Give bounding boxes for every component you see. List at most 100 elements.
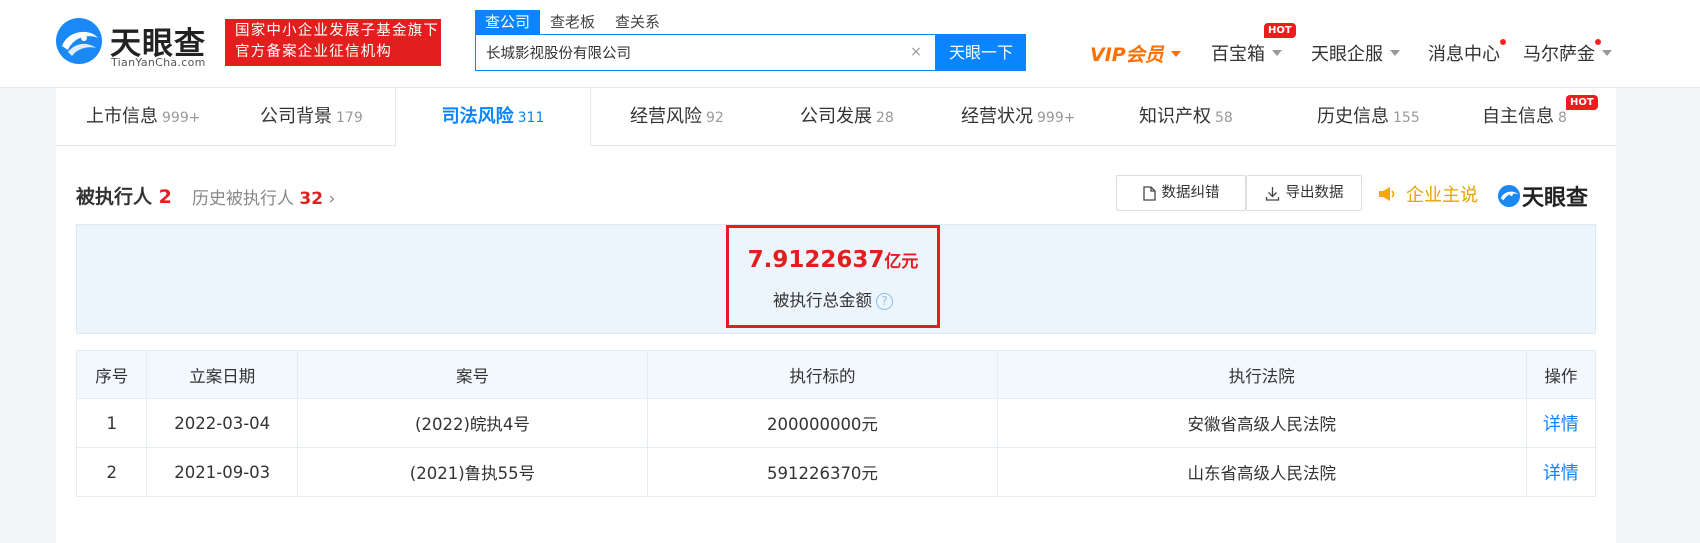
col-header-target: 执行标的 (646, 350, 998, 399)
message-dot (1500, 39, 1506, 45)
badge-line-1: 国家中小企业发展子基金旗下 (235, 23, 440, 39)
tianyancha-logo[interactable]: 天眼查 TianYanCha.com (54, 16, 214, 70)
chevron-right-icon: › (328, 189, 336, 209)
tab-count: 311 (517, 110, 545, 126)
export-data-label: 导出数据 (1285, 185, 1344, 201)
tab-self-info[interactable]: 自主信息 8 (1482, 88, 1567, 146)
tab-ip[interactable]: 知识产权 58 (1139, 88, 1233, 146)
search-type-tabs: 查公司 查老板 查关系 (475, 10, 670, 34)
user-dot (1595, 39, 1601, 45)
tab-label: 知识产权 (1139, 106, 1211, 127)
tab-label: 上市信息 (86, 106, 158, 127)
tab-judicial-risk[interactable]: 司法风险 311 (395, 88, 591, 147)
col-header-action: 操作 (1525, 350, 1597, 399)
download-icon (1265, 186, 1279, 201)
detail-link[interactable]: 详情 (1525, 398, 1597, 448)
nav-messages[interactable]: 消息中心 (1428, 40, 1500, 66)
cell-case-no: (2022)皖执4号 (297, 398, 648, 448)
cell-target: 591226370元 (646, 447, 998, 497)
tab-label: 自主信息 (1482, 106, 1554, 127)
logo-eye-icon (1497, 184, 1521, 208)
cell-date: 2022-03-04 (146, 398, 299, 448)
brand-text: 天眼查 (1522, 186, 1589, 211)
cell-target: 200000000元 (646, 398, 998, 448)
search-tab-relation[interactable]: 查关系 (605, 10, 670, 34)
nav-messages-label: 消息中心 (1428, 44, 1500, 65)
tab-count: 8 (1558, 110, 1567, 126)
hot-badge: HOT (1264, 23, 1296, 38)
table-row: 1 2022-03-04 (2022)皖执4号 200000000元 安徽省高级… (75, 398, 1597, 448)
data-correction-label: 数据纠错 (1161, 185, 1220, 201)
tab-label: 司法风险 (441, 106, 514, 127)
search-tab-company[interactable]: 查公司 (475, 10, 541, 34)
tianyancha-brand: 天眼查 (1497, 180, 1588, 212)
nav-treasure-label: 百宝箱 (1211, 44, 1265, 65)
table-header-row: 序号 立案日期 案号 执行标的 执行法院 操作 (75, 350, 1597, 399)
logo-eye-icon (56, 18, 102, 64)
cell-court: 山东省高级人民法院 (996, 447, 1527, 497)
search-tab-boss[interactable]: 查老板 (540, 10, 605, 34)
total-amount-label: 被执行总金额? (729, 287, 937, 311)
tab-count: 999+ (162, 110, 201, 126)
tab-listing[interactable]: 上市信息 999+ (86, 88, 200, 146)
main-panel: 上市信息 999+ 公司背景 179 司法风险 311 经营风险 92 公司发展 28 经… (56, 88, 1616, 543)
tab-label: 经营风险 (630, 106, 702, 127)
history-executed-link[interactable]: 历史被执行人 32 › (192, 184, 335, 209)
tab-label: 公司背景 (260, 106, 332, 127)
tab-development[interactable]: 公司发展 28 (800, 88, 894, 146)
section-title-label: 被执行人 (76, 186, 153, 208)
cell-index: 1 (75, 398, 148, 448)
tab-count: 155 (1393, 110, 1420, 126)
tab-operating-status[interactable]: 经营状况 999+ (961, 88, 1075, 146)
summary-panel: 7.9122637亿元 被执行总金额? (76, 224, 1596, 334)
document-icon (1142, 185, 1156, 201)
tab-count: 92 (706, 110, 724, 126)
tab-background[interactable]: 公司背景 179 (260, 88, 363, 146)
logo-domain: TianYanCha.com (111, 56, 206, 69)
enterprise-says-link[interactable]: 企业主说 (1377, 181, 1478, 207)
cell-case-no: (2021)鲁执55号 (297, 447, 648, 497)
tab-count: 999+ (1037, 110, 1076, 126)
detail-link[interactable]: 详情 (1525, 447, 1597, 497)
nav-enterprise[interactable]: 天眼企服 (1311, 40, 1400, 66)
megaphone-icon (1379, 187, 1395, 201)
tab-history[interactable]: 历史信息 155 (1317, 88, 1420, 146)
amount-value: 7.9122637 (747, 247, 885, 273)
total-amount-box: 7.9122637亿元 被执行总金额? (726, 225, 940, 328)
col-header-case-no: 案号 (297, 350, 648, 399)
nav-enterprise-label: 天眼企服 (1311, 44, 1383, 65)
category-tabs: 上市信息 999+ 公司背景 179 司法风险 311 经营风险 92 公司发展 28 经… (56, 88, 1616, 147)
history-label: 历史被执行人 (192, 189, 294, 209)
tab-label: 经营状况 (961, 106, 1033, 127)
col-header-court: 执行法院 (996, 350, 1527, 399)
total-amount: 7.9122637亿元 (729, 247, 937, 273)
hot-badge: HOT (1566, 95, 1598, 110)
tab-count: 28 (876, 110, 894, 126)
executed-person-table: 序号 立案日期 案号 执行标的 执行法院 操作 1 2022-03-04 (20… (75, 350, 1597, 497)
cell-court: 安徽省高级人民法院 (996, 398, 1527, 448)
search-input[interactable] (486, 35, 886, 70)
tab-count: 179 (336, 110, 363, 126)
nav-vip[interactable]: VIP会员 (1090, 40, 1181, 67)
official-badge: 国家中小企业发展子基金旗下 官方备案企业征信机构 (225, 19, 441, 66)
data-correction-button[interactable]: 数据纠错 (1116, 175, 1246, 211)
amount-label-text: 被执行总金额 (773, 291, 872, 310)
amount-unit: 亿元 (884, 252, 919, 272)
top-header: 天眼查 TianYanCha.com 国家中小企业发展子基金旗下 官方备案企业征… (0, 0, 1700, 88)
help-icon[interactable]: ? (876, 293, 893, 310)
cell-index: 2 (75, 447, 148, 497)
chevron-down-icon (1602, 50, 1612, 56)
enterprise-says-label: 企业主说 (1406, 185, 1478, 206)
search-box: × (475, 34, 936, 71)
clear-icon[interactable]: × (907, 43, 925, 61)
section-title: 被执行人 2 (76, 182, 172, 209)
history-count: 32 (299, 189, 324, 209)
nav-vip-label: VIP会员 (1090, 44, 1164, 66)
nav-treasure[interactable]: 百宝箱 (1211, 40, 1282, 66)
tab-operating-risk[interactable]: 经营风险 92 (630, 88, 724, 146)
search-button[interactable]: 天眼一下 (936, 34, 1026, 71)
chevron-down-icon (1390, 50, 1400, 56)
export-data-button[interactable]: 导出数据 (1246, 175, 1362, 211)
col-header-date: 立案日期 (146, 350, 299, 399)
section-count: 2 (158, 186, 172, 208)
